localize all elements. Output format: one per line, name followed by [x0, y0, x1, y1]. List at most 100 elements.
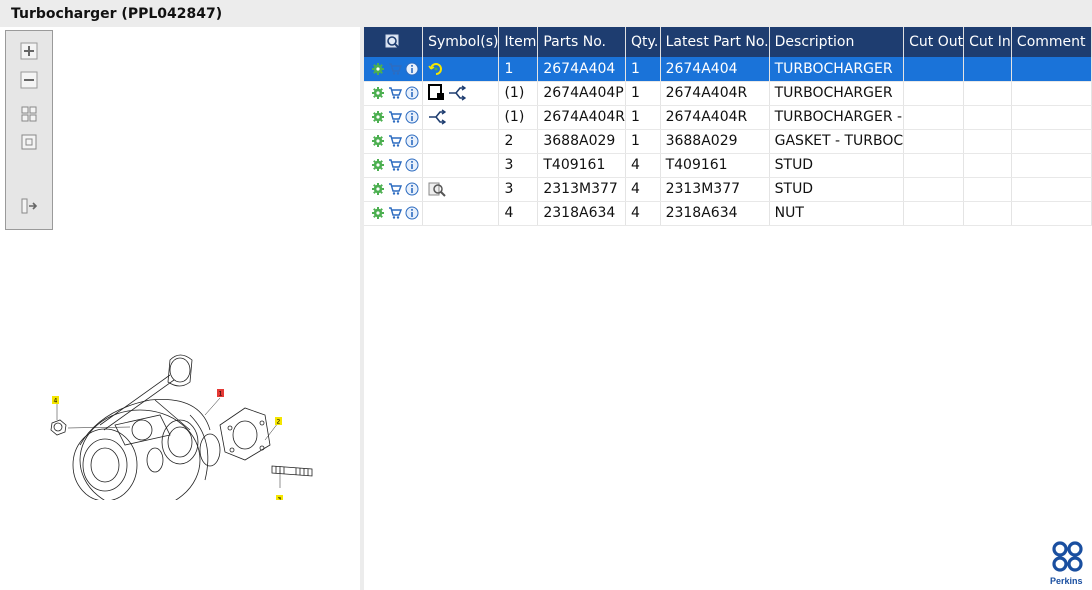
table-row[interactable]: 2 3688A029 1 3688A029 GASKET - TURBOC [364, 129, 1092, 154]
col-qty[interactable]: Qty. [625, 27, 661, 57]
gear-icon[interactable] [371, 182, 385, 196]
nut-drawing[interactable] [50, 419, 67, 436]
cell-item: 2 [498, 129, 539, 154]
cart-icon[interactable] [388, 86, 402, 100]
cell-comment [1011, 153, 1092, 178]
cell-description: NUT [769, 201, 905, 226]
callout-4[interactable]: 4 [52, 396, 59, 405]
col-comment[interactable]: Comment [1011, 27, 1092, 57]
cell-qty: 4 [625, 201, 661, 226]
gear-icon[interactable] [371, 110, 385, 124]
cell-cut-out [903, 129, 965, 154]
cell-cut-in [963, 201, 1012, 226]
table-row[interactable]: 3 2313M377 4 2313M377 STUD [364, 177, 1092, 202]
rotate-icon[interactable] [428, 61, 444, 77]
alternate-icon[interactable] [428, 109, 447, 125]
info-icon[interactable] [405, 110, 419, 124]
toggle-panel-button[interactable] [19, 196, 39, 216]
search-parts-header[interactable] [364, 27, 424, 57]
row-symbols [422, 201, 500, 226]
actual-size-button[interactable] [19, 132, 39, 152]
cell-cut-out [903, 105, 965, 130]
svg-text:4: 4 [54, 398, 58, 405]
zoom-in-button[interactable] [19, 41, 39, 61]
cell-cut-out [903, 57, 965, 82]
col-item[interactable]: Item [498, 27, 539, 57]
cell-qty: 1 [625, 81, 661, 106]
cell-description: TURBOCHARGER [769, 57, 905, 82]
cell-comment [1011, 201, 1092, 226]
cell-qty: 4 [625, 153, 661, 178]
cell-latest-part-no: 2674A404R [660, 81, 770, 106]
info-icon[interactable] [405, 206, 419, 220]
table-row[interactable]: 3 T409161 4 T409161 STUD [364, 153, 1092, 178]
col-description[interactable]: Description [769, 27, 905, 57]
cell-parts-no: 2313M377 [537, 177, 627, 202]
kit-icon[interactable] [428, 84, 446, 102]
svg-text:3: 3 [278, 497, 282, 501]
cell-qty: 1 [625, 129, 661, 154]
table-row[interactable]: (1) 2674A404P 1 2674A404R TURBOCHARGER [364, 81, 1092, 106]
callout-1[interactable]: 1 [217, 389, 224, 398]
gear-icon[interactable] [371, 206, 385, 220]
cart-icon[interactable] [388, 206, 402, 220]
callout-2[interactable]: 2 [275, 417, 282, 426]
cart-icon[interactable] [388, 158, 402, 172]
col-parts-no[interactable]: Parts No. [537, 27, 627, 57]
row-actions [364, 177, 424, 202]
svg-text:1: 1 [219, 391, 223, 398]
col-cut-out[interactable]: Cut Out [903, 27, 965, 57]
exploded-diagram[interactable]: 4 1 2 3 [40, 320, 330, 500]
col-cut-in[interactable]: Cut In [963, 27, 1012, 57]
cell-parts-no: 3688A029 [537, 129, 627, 154]
zoom-out-icon [20, 71, 38, 89]
cell-description: TURBOCHARGER [769, 81, 905, 106]
actual-size-icon [21, 134, 37, 150]
stud-drawing[interactable] [271, 465, 313, 477]
cell-parts-no: 2318A634 [537, 201, 627, 226]
title-bar: Turbocharger (PPL042847) [0, 0, 1092, 27]
cell-cut-in [963, 153, 1012, 178]
cell-item: (1) [498, 105, 539, 130]
gasket-drawing[interactable] [219, 407, 271, 461]
diagram-pane[interactable]: 4 1 2 3 [0, 27, 360, 590]
cart-icon[interactable] [388, 134, 402, 148]
gear-icon[interactable] [371, 134, 385, 148]
info-icon[interactable] [405, 62, 419, 76]
row-actions [364, 129, 424, 154]
info-icon[interactable] [405, 182, 419, 196]
row-symbols [422, 153, 500, 178]
gear-icon[interactable] [371, 62, 385, 76]
zoom-in-icon [20, 42, 38, 60]
cart-icon[interactable] [388, 182, 402, 196]
cell-item: 3 [498, 153, 539, 178]
table-row[interactable]: 1 2674A404 1 2674A404 TURBOCHARGER [364, 57, 1092, 82]
info-icon[interactable] [405, 134, 419, 148]
cell-cut-in [963, 129, 1012, 154]
gear-icon[interactable] [371, 86, 385, 100]
cell-comment [1011, 129, 1092, 154]
cell-item: 1 [498, 57, 539, 82]
info-icon[interactable] [405, 158, 419, 172]
gear-icon[interactable] [371, 158, 385, 172]
cell-item: 3 [498, 177, 539, 202]
row-actions [364, 105, 424, 130]
cell-latest-part-no: 3688A029 [660, 129, 770, 154]
callout-3[interactable]: 3 [276, 495, 283, 500]
cart-icon[interactable] [388, 110, 402, 124]
cell-item: (1) [498, 81, 539, 106]
row-symbols [422, 57, 500, 82]
row-symbols [422, 105, 500, 130]
cell-cut-out [903, 81, 965, 106]
alternate-icon[interactable] [448, 85, 467, 101]
fit-page-button[interactable] [19, 104, 39, 124]
info-icon[interactable] [405, 86, 419, 100]
table-row[interactable]: (1) 2674A404R 1 2674A404R TURBOCHARGER - [364, 105, 1092, 130]
inspect-icon[interactable] [428, 181, 446, 197]
zoom-out-button[interactable] [19, 70, 39, 90]
col-symbols[interactable]: Symbol(s) [422, 27, 500, 57]
col-latest-part-no[interactable]: Latest Part No. [660, 27, 770, 57]
cart-icon[interactable] [388, 62, 402, 76]
cell-cut-in [963, 177, 1012, 202]
table-row[interactable]: 4 2318A634 4 2318A634 NUT [364, 201, 1092, 226]
